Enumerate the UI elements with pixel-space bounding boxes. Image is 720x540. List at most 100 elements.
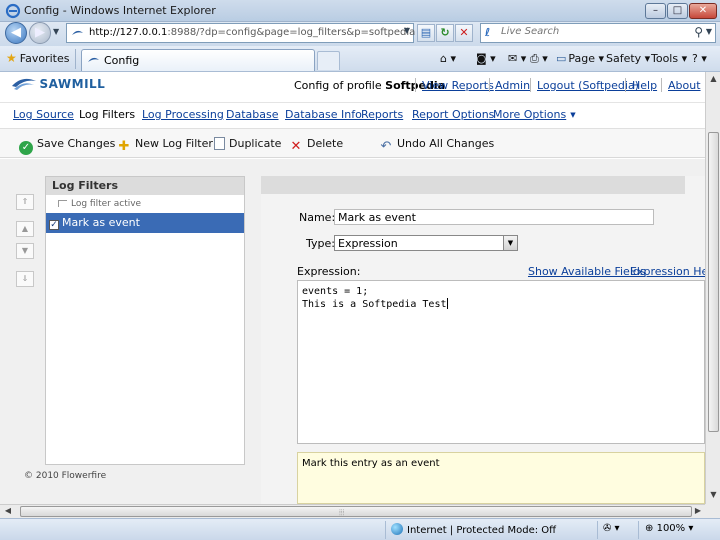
filter-item-label: Mark as event	[62, 216, 140, 229]
menu-log-processing[interactable]: Log Processing	[142, 108, 224, 121]
globe-icon	[391, 523, 403, 535]
stop-icon[interactable]: ✕	[455, 24, 473, 42]
back-button[interactable]: ◀	[5, 22, 27, 44]
show-available-fields-link[interactable]: Show Available Fields	[528, 265, 646, 278]
new-tab-button[interactable]	[317, 51, 340, 70]
scroll-right-icon[interactable]: ▶	[692, 506, 704, 517]
address-bar[interactable]: http://127.0.0.1:8988/?dp=config&page=lo…	[66, 23, 415, 43]
action-toolbar: ✓ Save Changes ✚ New Log Filter Duplicate …	[0, 128, 705, 158]
security-zone[interactable]: Internet | Protected Mode: Off	[391, 523, 556, 536]
menu-log-source[interactable]: Log Source	[13, 108, 74, 121]
favorites-star-icon: ★	[6, 51, 17, 65]
header-separator	[530, 78, 531, 92]
vertical-scrollbar[interactable]: ▲ ▼	[705, 72, 720, 504]
expression-help-link[interactable]: Expression Help	[630, 265, 705, 278]
menu-database-info[interactable]: Database Info	[285, 108, 362, 121]
filter-name-input[interactable]	[334, 209, 654, 225]
expression-label: Expression:	[297, 265, 361, 278]
move-up-button[interactable]: ▲	[16, 221, 34, 237]
close-window-button[interactable]: ✕	[689, 3, 717, 19]
tab-separator	[75, 49, 76, 69]
minimize-button[interactable]: –	[645, 3, 666, 19]
comment-field[interactable]: Mark this entry as an event	[297, 452, 705, 504]
help-link[interactable]: Help	[632, 79, 657, 92]
ie-logo-icon	[5, 3, 21, 19]
address-url[interactable]: http://127.0.0.1:8988/?dp=config&page=lo…	[89, 27, 415, 38]
header-separator	[661, 78, 662, 92]
expression-line: events = 1;	[302, 286, 369, 297]
delete-button[interactable]: ✕ Delete	[289, 137, 344, 154]
move-down-button[interactable]: ▼	[16, 243, 34, 259]
chevron-down-icon[interactable]: ▼	[503, 236, 517, 250]
expression-textarea[interactable]: events = 1; This is a Softpedia Test	[297, 280, 705, 444]
scroll-left-icon[interactable]: ◀	[2, 506, 14, 517]
type-label: Type:	[306, 237, 335, 250]
safety-menu[interactable]: Safety ▾	[606, 52, 650, 65]
page-menu[interactable]: ▭ Page ▾	[556, 52, 604, 65]
history-dropdown-icon[interactable]: ▼	[53, 27, 59, 36]
duplicate-icon	[214, 137, 225, 150]
menu-more-options[interactable]: More Options ▼	[493, 108, 576, 121]
window-title-bar: Config - Windows Internet Explorer – □ ✕	[0, 0, 720, 22]
live-search-icon: ℓ	[485, 26, 491, 39]
zoom-icon: ⊕	[645, 523, 654, 534]
undo-all-changes-button[interactable]: ↶ Undo All Changes	[379, 137, 495, 154]
save-changes-button[interactable]: ✓ Save Changes	[19, 137, 115, 155]
home-icon[interactable]: ⌂ ▾	[440, 52, 456, 65]
sawmill-logo: SAWMILL	[12, 77, 105, 95]
config-menu-bar: Log Source Log Filters Log Processing Da…	[0, 102, 705, 126]
maximize-button[interactable]: □	[667, 3, 688, 19]
print-icon[interactable]: ⎙ ▾	[530, 52, 548, 66]
favorites-button[interactable]: ★ Favorites	[6, 51, 69, 65]
menu-reports[interactable]: Reports	[361, 108, 403, 121]
search-dropdown-icon[interactable]: ▼	[706, 27, 712, 36]
horizontal-scrollbar[interactable]: ◀ ⦙⦙⦙ ▶	[0, 504, 705, 518]
horizontal-scroll-thumb[interactable]: ⦙⦙⦙	[20, 506, 692, 517]
protected-mode-icon[interactable]: ✇ ▾	[603, 523, 620, 534]
sawmill-header: SAWMILL Config of profile Softpedia View…	[0, 72, 705, 100]
list-item[interactable]: ✓ Mark as event	[46, 213, 244, 233]
address-dropdown-icon[interactable]: ▼	[404, 26, 410, 35]
log-filter-active-note: Log filter active	[58, 199, 141, 209]
zoom-control[interactable]: ⊕ 100% ▾	[645, 523, 693, 534]
feeds-icon[interactable]: ◙ ▾	[476, 52, 496, 65]
filter-type-select[interactable]: Expression ▼	[334, 235, 518, 251]
scroll-grip-icon: ⦙⦙⦙	[339, 508, 345, 517]
scroll-up-icon[interactable]: ▲	[708, 74, 719, 86]
compatibility-view-icon[interactable]: ▤	[417, 24, 435, 42]
sawmill-wing-icon	[12, 78, 36, 90]
help-menu-icon[interactable]: ? ▾	[692, 52, 707, 65]
new-log-filter-button[interactable]: ✚ New Log Filter	[117, 137, 213, 154]
about-link[interactable]: About	[668, 79, 701, 92]
admin-link[interactable]: Admin	[495, 79, 530, 92]
delete-x-icon: ✕	[290, 139, 302, 154]
refresh-icon[interactable]: ↻	[436, 24, 454, 42]
tab-config[interactable]: Config	[81, 49, 315, 71]
view-reports-link[interactable]: View Reports	[422, 79, 494, 92]
duplicate-button[interactable]: Duplicate	[214, 137, 281, 150]
tools-menu[interactable]: Tools ▾	[651, 52, 687, 65]
sawmill-favicon-icon	[72, 30, 83, 35]
move-to-bottom-button[interactable]: ⇓	[16, 271, 34, 287]
filter-editor-panel: Name: Type: Expression ▼ Expression: Sho…	[261, 176, 705, 504]
scrollbar-corner	[705, 504, 720, 518]
mail-icon[interactable]: ✉ ▾	[508, 52, 526, 65]
filter-active-checkbox[interactable]: ✓	[49, 220, 59, 230]
search-input[interactable]	[501, 26, 681, 37]
header-separator	[625, 78, 626, 92]
menu-log-filters[interactable]: Log Filters	[79, 108, 135, 121]
name-label: Name:	[299, 211, 336, 224]
move-to-top-button[interactable]: ⇑	[16, 194, 34, 210]
forward-button[interactable]: ▶	[29, 22, 51, 44]
logout-link[interactable]: Logout (Softpedia)	[537, 79, 639, 92]
search-box[interactable]: ℓ ⚲ ▼	[480, 23, 716, 43]
search-icon[interactable]: ⚲	[694, 25, 703, 39]
menu-report-options[interactable]: Report Options	[412, 108, 494, 121]
scroll-down-icon[interactable]: ▼	[708, 490, 719, 502]
editor-header-strip	[261, 176, 685, 194]
status-separator	[638, 521, 639, 539]
window-title: Config - Windows Internet Explorer	[24, 4, 216, 17]
navigation-bar: ◀ ▶ ▼ http://127.0.0.1:8988/?dp=config&p…	[0, 22, 720, 46]
menu-database[interactable]: Database	[226, 108, 279, 121]
vertical-scroll-thumb[interactable]	[708, 132, 719, 432]
